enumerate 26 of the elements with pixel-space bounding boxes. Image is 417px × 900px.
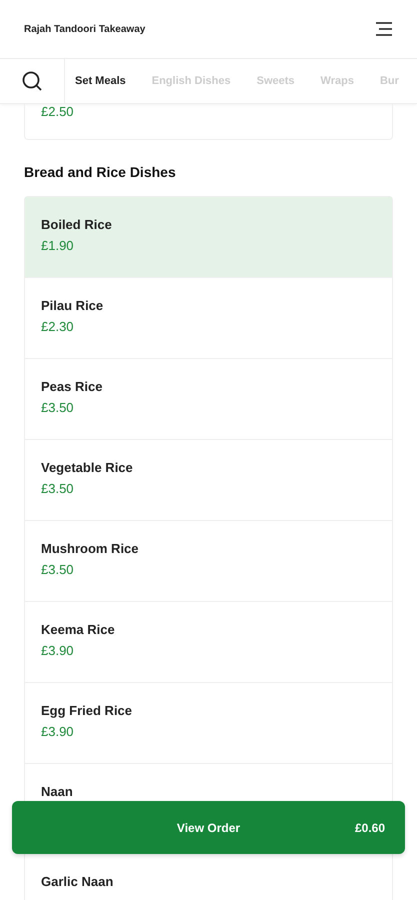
item-name: Mushroom Rice <box>41 541 140 556</box>
item-name: Keema Rice <box>41 622 116 637</box>
restaurant-title: Rajah Tandoori Takeaway <box>24 24 146 34</box>
item-name: Pilau Rice <box>41 298 104 313</box>
item-price: £3.90 <box>41 724 75 739</box>
section-heading: Bread and Rice Dishes <box>24 164 177 180</box>
menu-icon[interactable] <box>375 22 393 36</box>
item-price: £2.30 <box>41 319 75 334</box>
menu-item-card[interactable]: £2.50 <box>24 104 393 140</box>
item-price: £3.50 <box>41 400 75 415</box>
search-icon[interactable] <box>21 70 43 92</box>
item-name: Naan <box>41 784 74 799</box>
order-total: £0.60 <box>354 820 385 834</box>
item-price: £3.50 <box>41 481 75 496</box>
item-name: Egg Fried Rice <box>41 703 134 718</box>
item-name: Vegetable Rice <box>41 460 134 475</box>
item-name: Boiled Rice <box>41 217 113 232</box>
view-order-button[interactable]: View Order £0.60 <box>12 801 405 854</box>
item-price: £3.50 <box>41 562 75 577</box>
menu-item-row[interactable]: Boiled Rice £1.90 <box>25 197 392 278</box>
item-name: Peas Rice <box>41 379 104 394</box>
item-price: £1.90 <box>41 238 75 253</box>
item-price: £2.50 <box>41 104 75 119</box>
item-name: Garlic Naan <box>41 874 114 889</box>
item-price: £3.90 <box>41 643 75 658</box>
category-tab[interactable]: Set Meals <box>75 75 126 87</box>
